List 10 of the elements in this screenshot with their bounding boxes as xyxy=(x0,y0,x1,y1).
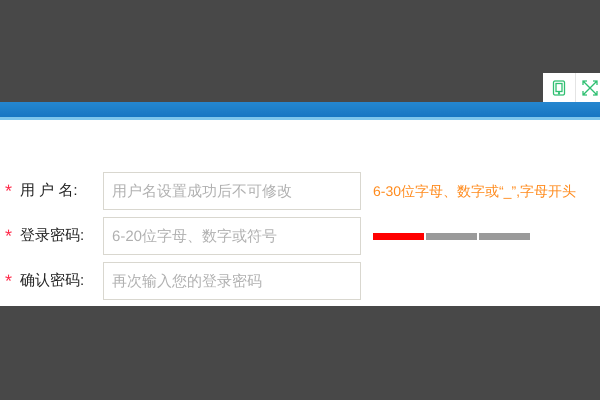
field-label: 登录密码: xyxy=(20,226,84,246)
input-field[interactable]: 再次输入您的登录密码 xyxy=(103,262,361,300)
input-field[interactable]: 用户名设置成功后不可修改 xyxy=(103,172,361,210)
required-mark: * xyxy=(5,180,12,202)
required-mark: * xyxy=(5,270,12,292)
field-label: 确认密码: xyxy=(20,270,84,291)
field-label: 用 户 名: xyxy=(20,180,78,201)
input-field[interactable]: 6-20位字母、数字或符号 xyxy=(103,217,361,255)
field-hint: 6-30位字母、数字或“_”,字母开头 xyxy=(373,182,576,201)
required-mark: * xyxy=(5,224,12,248)
